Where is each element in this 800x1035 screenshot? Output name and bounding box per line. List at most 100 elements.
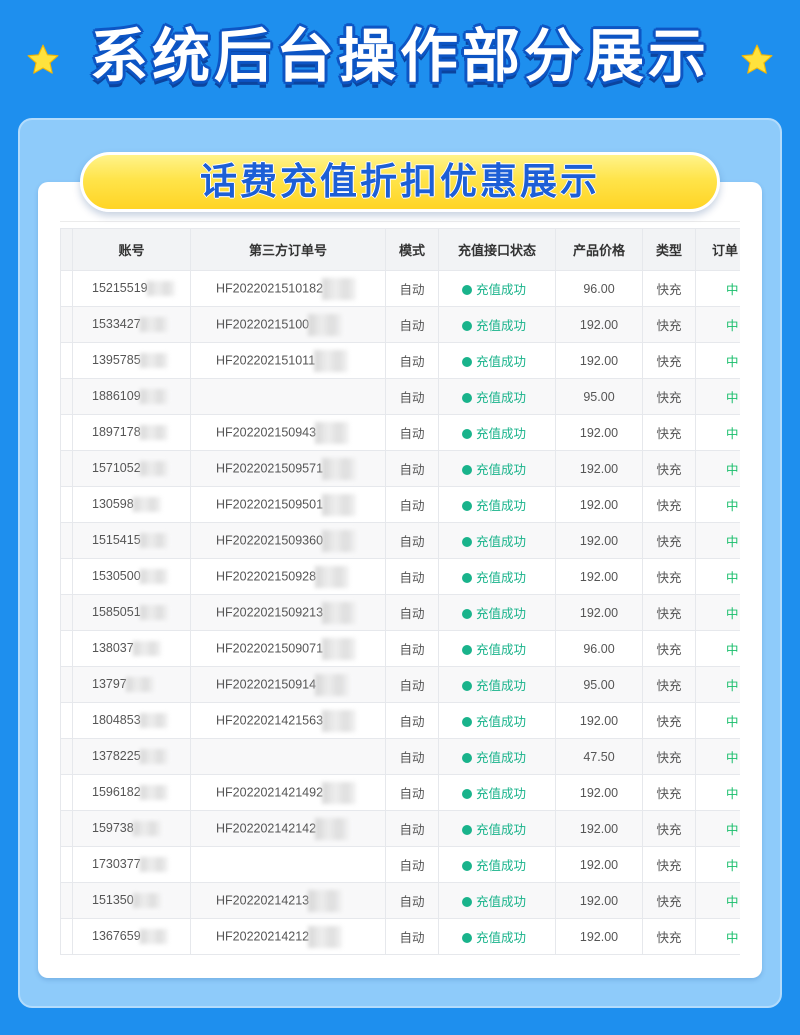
redaction-blur xyxy=(322,277,357,300)
account-cell: 1530500 xyxy=(72,558,191,595)
redaction-blur xyxy=(322,493,357,516)
page-title: 系统后台操作部分展示 xyxy=(89,22,710,90)
redaction-blur xyxy=(139,713,168,729)
order-state-cell: 中 xyxy=(695,738,740,775)
redaction-blur xyxy=(139,785,168,801)
table-row: 1804853 HF2022021421563 自动 充值成功 192.00 快充中 xyxy=(60,702,740,739)
table-row: 1367659 HF20220214212 自动 充值成功 192.00 快充中 xyxy=(60,918,740,955)
row-gutter xyxy=(60,486,73,523)
account-cell: 15215519 xyxy=(72,270,191,307)
status-text: 充值成功 xyxy=(476,283,527,297)
price-cell: 192.00 xyxy=(555,918,643,955)
order-number-cell: HF2022021509071 xyxy=(190,630,386,667)
order-number: HF20220214212 xyxy=(216,928,310,943)
status-dot-icon xyxy=(462,609,472,619)
type-cell: 快充 xyxy=(642,882,696,919)
account-cell: 159738 xyxy=(72,810,191,847)
row-gutter xyxy=(60,702,73,739)
status-dot-icon xyxy=(462,285,472,295)
order-state-cell: 中 xyxy=(695,702,740,739)
mode-cell: 自动 xyxy=(385,630,439,667)
mode-cell: 自动 xyxy=(385,594,439,631)
status-text: 充值成功 xyxy=(476,715,527,729)
account-number: 1515415 xyxy=(92,532,141,547)
order-number: HF2022021421492 xyxy=(216,784,324,799)
mode-cell: 自动 xyxy=(385,342,439,379)
status-cell: 充值成功 xyxy=(438,450,556,487)
price-cell: 192.00 xyxy=(555,414,643,451)
mode-cell: 自动 xyxy=(385,450,439,487)
redaction-blur xyxy=(322,637,357,660)
status-text: 充值成功 xyxy=(476,931,527,945)
price-cell: 95.00 xyxy=(555,378,643,415)
status-cell: 充值成功 xyxy=(438,630,556,667)
column-header-api-status: 充值接口状态 xyxy=(438,228,556,271)
account-number: 1367659 xyxy=(92,928,141,943)
order-number: HF2022021509571 xyxy=(216,460,324,475)
order-number: HF2022021421563 xyxy=(216,712,324,727)
row-gutter xyxy=(60,810,73,847)
order-number-cell xyxy=(190,738,386,775)
table-row: 159738 HF202202142142 自动 充值成功 192.00 快充中 xyxy=(60,810,740,847)
price-cell: 47.50 xyxy=(555,738,643,775)
column-header-mode: 模式 xyxy=(385,228,439,271)
status-text: 充值成功 xyxy=(476,535,527,549)
account-number: 13797 xyxy=(92,676,127,691)
account-cell: 1596182 xyxy=(72,774,191,811)
redaction-blur xyxy=(322,709,357,732)
type-cell: 快充 xyxy=(642,342,696,379)
status-text: 充值成功 xyxy=(476,499,527,513)
account-cell: 1378225 xyxy=(72,738,191,775)
account-cell: 1886109 xyxy=(72,378,191,415)
status-text: 充值成功 xyxy=(476,355,527,369)
redaction-blur xyxy=(139,389,168,405)
type-cell: 快充 xyxy=(642,666,696,703)
order-state-cell: 中 xyxy=(695,450,740,487)
status-dot-icon xyxy=(462,357,472,367)
status-text: 充值成功 xyxy=(476,319,527,333)
row-gutter xyxy=(60,918,73,955)
status-text: 充值成功 xyxy=(476,571,527,585)
status-dot-icon xyxy=(462,825,472,835)
order-state-cell: 中 xyxy=(695,414,740,451)
redaction-blur xyxy=(139,425,168,441)
account-cell: 1533427 xyxy=(72,306,191,343)
price-cell: 192.00 xyxy=(555,594,643,631)
price-cell: 192.00 xyxy=(555,810,643,847)
order-number-cell: HF2022021509501 xyxy=(190,486,386,523)
redaction-blur xyxy=(139,461,168,477)
order-number: HF202202150928 xyxy=(216,568,317,583)
redaction-blur xyxy=(139,857,168,873)
row-gutter xyxy=(60,666,73,703)
table-row: 1596182 HF2022021421492 自动 充值成功 192.00 快充中 xyxy=(60,774,740,811)
account-number: 1886109 xyxy=(92,388,141,403)
mode-cell: 自动 xyxy=(385,522,439,559)
redaction-blur xyxy=(308,889,343,912)
status-cell: 充值成功 xyxy=(438,594,556,631)
status-text: 充值成功 xyxy=(476,643,527,657)
table-row: 1515415 HF2022021509360 自动 充值成功 192.00 快充中 xyxy=(60,522,740,559)
status-text: 充值成功 xyxy=(476,895,527,909)
status-cell: 充值成功 xyxy=(438,522,556,559)
account-number: 1897178 xyxy=(92,424,141,439)
status-text: 充值成功 xyxy=(476,427,527,441)
type-cell: 快充 xyxy=(642,450,696,487)
account-cell: 138037 xyxy=(72,630,191,667)
account-number: 1596182 xyxy=(92,784,141,799)
status-text: 充值成功 xyxy=(476,463,527,477)
account-cell: 1730377 xyxy=(72,846,191,883)
status-text: 充值成功 xyxy=(476,391,527,405)
order-state-cell: 中 xyxy=(695,630,740,667)
type-cell: 快充 xyxy=(642,918,696,955)
orders-table-container: 账号 第三方订单号 模式 充值接口状态 产品价格 类型 订单 15215519 H… xyxy=(60,228,740,956)
price-cell: 192.00 xyxy=(555,342,643,379)
status-text: 充值成功 xyxy=(476,823,527,837)
order-state-cell: 中 xyxy=(695,378,740,415)
price-cell: 192.00 xyxy=(555,702,643,739)
column-header-order-state: 订单 xyxy=(695,228,740,271)
status-cell: 充值成功 xyxy=(438,738,556,775)
account-number: 1395785 xyxy=(92,352,141,367)
account-number: 138037 xyxy=(92,640,134,655)
order-number-cell: HF202202150914 xyxy=(190,666,386,703)
row-gutter xyxy=(60,594,73,631)
